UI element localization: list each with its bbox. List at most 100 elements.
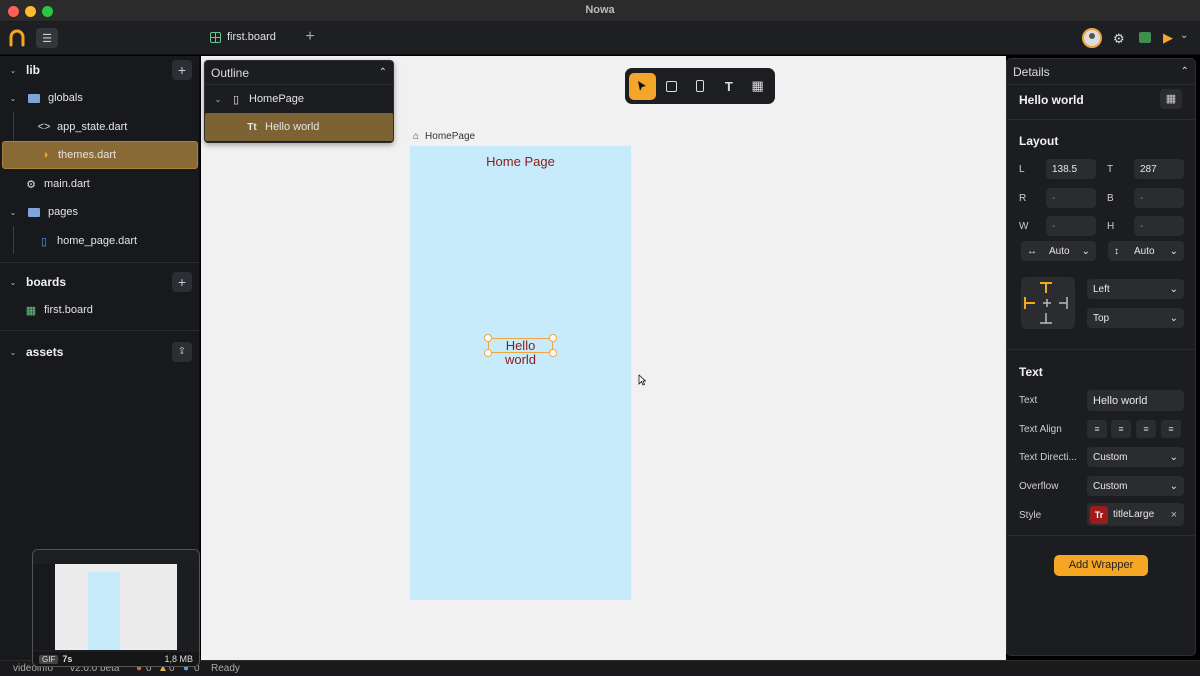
select-tool-button[interactable] [629, 72, 656, 100]
ready-status: Ready [211, 663, 240, 674]
phone-icon: ▯ [40, 235, 48, 248]
align-left-button[interactable]: ≡ [1087, 420, 1107, 438]
chevron-up-icon[interactable]: ⌃ [379, 67, 387, 78]
tree-item-label: pages [48, 206, 78, 218]
phone-icon: ▯ [232, 93, 240, 106]
chevron-up-icon[interactable]: ⌃ [1181, 66, 1189, 77]
add-board-button[interactable]: + [172, 272, 192, 292]
height-input[interactable]: - [1134, 216, 1184, 236]
text-input[interactable]: Hello world [1087, 390, 1184, 411]
style-chip[interactable]: Tr titleLarge × [1087, 503, 1184, 526]
tree-item-label: main.dart [44, 178, 90, 190]
palette-icon: ◑ [41, 149, 49, 161]
section-assets[interactable]: ⌄ assets ⇪ [0, 338, 200, 366]
text-icon: T [724, 78, 733, 94]
tree-item-main[interactable]: ⚙ main.dart [0, 170, 200, 198]
widgets-icon: ▦ [751, 78, 764, 93]
text-style-icon: Tr [1090, 505, 1108, 524]
add-tab-button[interactable]: + [302, 28, 318, 46]
text-direction-select[interactable]: Custom ⌄ [1087, 447, 1184, 467]
resize-handle[interactable] [549, 349, 557, 357]
top-input[interactable]: 287 [1134, 159, 1184, 179]
mouse-cursor-icon [638, 374, 646, 386]
chevron-down-icon: ⌄ [1169, 245, 1178, 257]
breadcrumb[interactable]: ⌂ HomePage [413, 131, 475, 142]
board-icon [210, 31, 221, 43]
horizontal-align-select[interactable]: Left ⌄ [1087, 279, 1184, 299]
upload-button[interactable]: ⇪ [172, 342, 192, 362]
add-wrapper-button[interactable]: Add Wrapper [1054, 555, 1148, 576]
vertical-align-select[interactable]: Top ⌄ [1087, 308, 1184, 328]
style-label: Style [1019, 510, 1042, 521]
resize-handle[interactable] [484, 334, 492, 342]
right-input[interactable]: - [1046, 188, 1096, 208]
page-tool-button[interactable] [687, 73, 714, 100]
run-icon[interactable]: ▶ [1163, 30, 1173, 46]
alignment-picker[interactable] [1021, 277, 1075, 329]
checklist-icon[interactable] [1139, 32, 1151, 43]
tree-item-first-board[interactable]: ▦ first.board [0, 296, 200, 324]
homepage-frame[interactable]: Home Page [410, 146, 631, 600]
tree-item-themes[interactable]: ◑ themes.dart [2, 141, 198, 169]
page-title[interactable]: Home Page [410, 154, 631, 169]
resize-handle[interactable] [484, 349, 492, 357]
chevron-down-icon: ⌄ [9, 93, 17, 103]
outline-item-homepage[interactable]: ⌄ ▯ HomePage [205, 85, 393, 113]
left-input[interactable]: 138.5 [1046, 159, 1096, 179]
layout-heading: Layout [1019, 134, 1059, 148]
section-lib[interactable]: ⌄ lib + [0, 56, 200, 84]
hamburger-icon: ☰ [42, 32, 52, 45]
chevron-down-icon: ⌄ [1081, 245, 1090, 257]
bottom-input[interactable]: - [1134, 188, 1184, 208]
tree-item-app-state[interactable]: <> app_state.dart [0, 113, 200, 141]
square-icon [665, 80, 677, 92]
section-label: lib [26, 63, 40, 77]
align-right-button[interactable]: ≡ [1136, 420, 1156, 438]
vertical-align-value: Top [1093, 312, 1110, 324]
style-value: titleLarge [1113, 509, 1155, 520]
height-label: H [1107, 221, 1115, 232]
add-file-button[interactable]: + [172, 60, 192, 80]
section-boards[interactable]: ⌄ boards + [0, 268, 200, 296]
avatar[interactable] [1082, 28, 1102, 48]
gear-icon[interactable]: ⚙ [1113, 31, 1125, 47]
align-center-button[interactable]: ≡ [1111, 420, 1131, 438]
width-mode-value: Auto [1049, 245, 1070, 257]
width-input[interactable]: - [1046, 216, 1096, 236]
height-fit-icon: ↕ [1114, 245, 1119, 257]
overflow-value: Custom [1093, 480, 1128, 492]
recording-thumbnail[interactable]: GIF 7s 1,8 MB [32, 549, 200, 667]
widget-type-button[interactable]: ▦ [1160, 89, 1182, 109]
nowa-logo-icon[interactable] [8, 29, 26, 47]
chevron-down-icon: ⌄ [1169, 312, 1178, 324]
tree-item-pages[interactable]: ⌄ pages [0, 198, 200, 226]
phone-icon [695, 80, 704, 92]
tree-item-home-page[interactable]: ▯ home_page.dart [0, 227, 200, 255]
container-tool-button[interactable] [658, 73, 685, 100]
widgets-icon: ▦ [1165, 93, 1177, 105]
align-justify-button[interactable]: ≡ [1161, 420, 1181, 438]
width-mode-select[interactable]: ↔ Auto ⌄ [1021, 241, 1096, 261]
align-center-icon: ≡ [1118, 424, 1124, 434]
text-tool-button[interactable]: T [715, 73, 742, 100]
tab-first-board[interactable]: first.board [210, 31, 276, 43]
text-direction-value: Custom [1093, 451, 1128, 463]
resize-handle[interactable] [549, 334, 557, 342]
widgets-tool-button[interactable]: ▦ [744, 73, 771, 100]
chevron-down-icon: ⌄ [9, 65, 17, 75]
height-mode-select[interactable]: ↕ Auto ⌄ [1108, 241, 1184, 261]
chevron-down-icon: ⌄ [1169, 283, 1178, 295]
menu-button[interactable]: ☰ [36, 28, 58, 48]
tree-item-label: app_state.dart [57, 121, 128, 133]
remove-icon[interactable]: × [1171, 509, 1177, 521]
hello-world-text[interactable]: Hello world [488, 338, 553, 367]
chevron-down-icon[interactable]: ⌄ [1180, 30, 1188, 41]
gear-icon: ⚙ [26, 178, 36, 191]
outline-panel: Outline ⌃ ⌄ ▯ HomePage Tt Hello world [204, 60, 394, 143]
overflow-select[interactable]: Custom ⌄ [1087, 476, 1184, 496]
outline-item-hello-world[interactable]: Tt Hello world [205, 113, 393, 141]
height-mode-value: Auto [1134, 245, 1155, 257]
tree-item-globals[interactable]: ⌄ globals [0, 84, 200, 112]
chevron-down-icon: ⌄ [9, 277, 17, 287]
chevron-down-icon: ⌄ [1169, 451, 1178, 463]
